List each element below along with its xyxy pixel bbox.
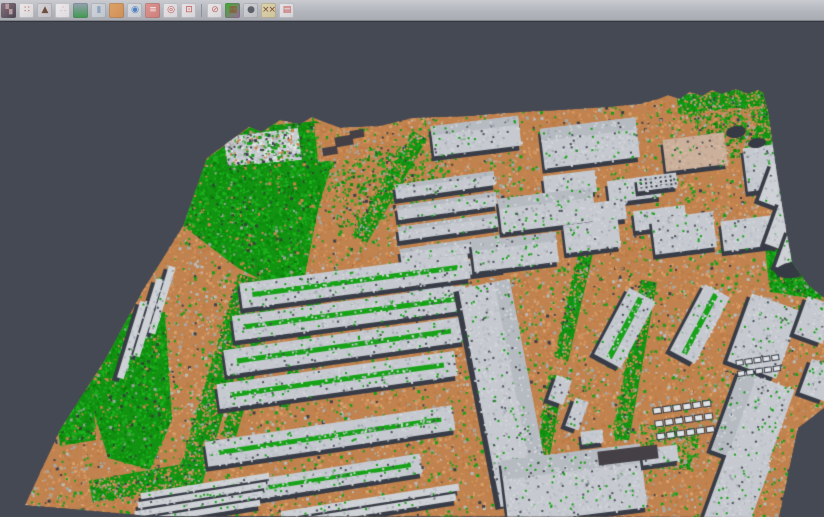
clip-by-circle-icon-glyph: ⊘ [211,6,218,15]
tin-terrain-icon-glyph: ▲ [42,6,48,15]
classified-cloud-icon-glyph: ▦ [229,6,237,15]
mesh-sphere-icon[interactable]: ● [243,3,258,18]
flatten-tool-icon[interactable]: ▤ [279,3,294,18]
pick-center-icon[interactable]: ◎ [163,3,178,18]
tin-terrain-icon[interactable]: ▲ [37,3,52,18]
point-cloud-canvas[interactable] [0,22,824,517]
registration-points-icon-glyph: ∷ [24,6,29,15]
remove-points-icon-glyph: ×× [262,6,275,15]
pick-center-icon-glyph: ◎ [167,6,174,15]
ortho-image-icon[interactable] [109,3,124,18]
import-tile-icon[interactable]: ▚ [1,3,16,18]
attribute-list-icon[interactable]: ≡ [145,3,160,18]
remove-points-icon[interactable]: ×× [261,3,276,18]
profile-view-icon-glyph: ▮ [97,6,101,15]
toolbar-separator [200,3,204,18]
select-box-icon-glyph: ⊡ [185,6,192,15]
subsample-icon[interactable]: ∴ [55,3,70,18]
flatten-tool-icon-glyph: ▤ [283,6,291,15]
clip-by-circle-icon[interactable]: ⊘ [207,3,222,18]
profile-view-icon[interactable]: ▮ [91,3,106,18]
subsample-icon-glyph: ∴ [60,6,65,15]
application-window: ▚ ∷ ▲ ∴ ▮ ◉ ≡ ◎ ⊡ ⊘ ▦ ● ×× ▤ [0,0,824,517]
mesh-sphere-icon-glyph: ● [247,6,254,15]
main-toolbar: ▚ ∷ ▲ ∴ ▮ ◉ ≡ ◎ ⊡ ⊘ ▦ ● ×× ▤ [0,0,824,21]
classified-cloud-icon[interactable]: ▦ [225,3,240,18]
rotate-view-icon[interactable]: ◉ [127,3,142,18]
rotate-view-icon-glyph: ◉ [131,6,138,15]
select-box-icon[interactable]: ⊡ [181,3,196,18]
dem-hill-icon[interactable] [73,3,88,18]
attribute-list-icon-glyph: ≡ [149,6,156,15]
viewport-3d [0,22,824,517]
import-tile-icon-glyph: ▚ [6,6,12,15]
registration-points-icon[interactable]: ∷ [19,3,34,18]
